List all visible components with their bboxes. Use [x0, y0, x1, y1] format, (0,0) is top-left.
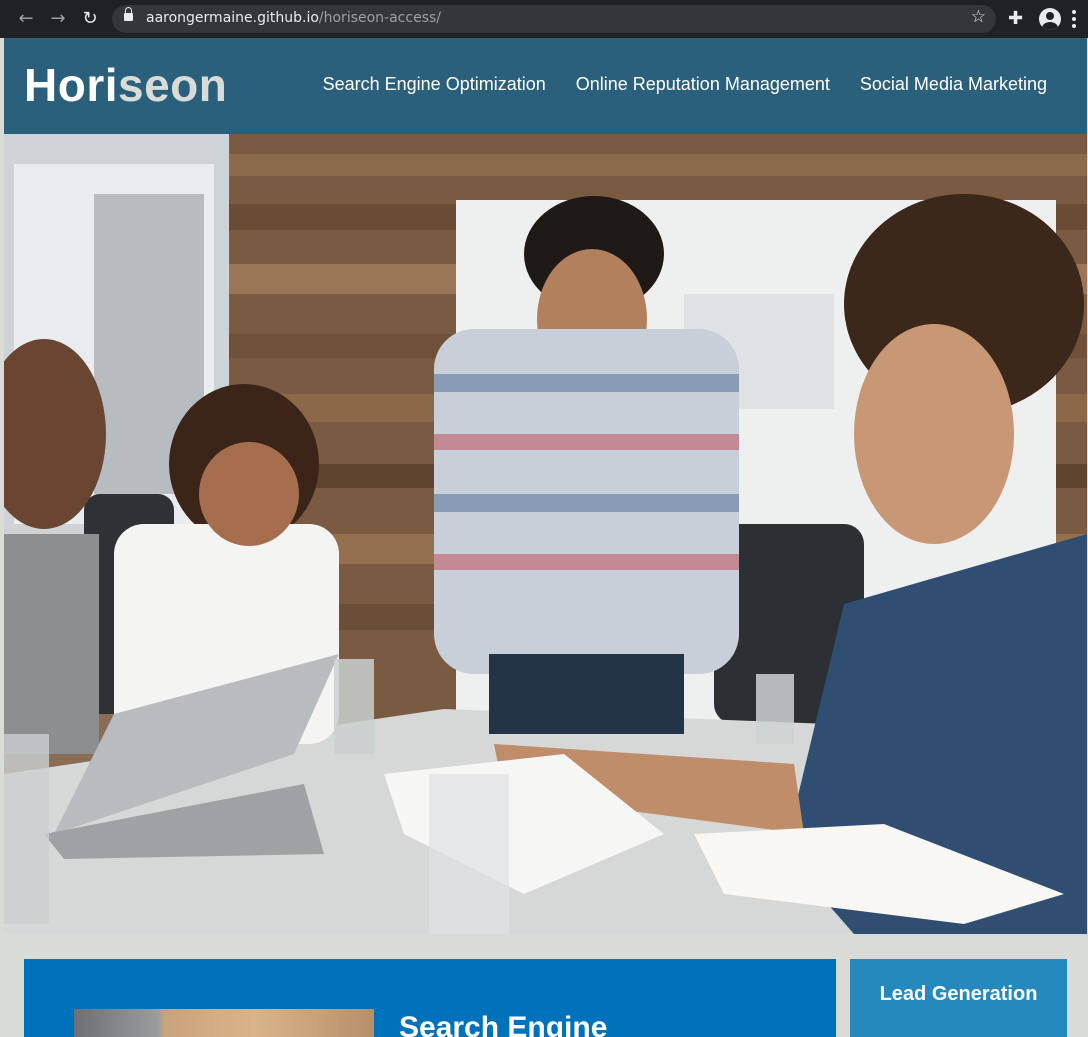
lead-generation-heading: Lead Generation: [879, 983, 1038, 1005]
menu-icon[interactable]: [1072, 10, 1076, 31]
url-path: /horiseon-access/: [318, 10, 441, 26]
seo-card: Search Engine: [24, 959, 836, 1037]
seo-card-heading: Search Engine: [399, 1011, 608, 1037]
nav-link-seo[interactable]: Search Engine Optimization: [323, 74, 546, 95]
logo-accent-text: seon: [118, 59, 228, 111]
nav-link-orm[interactable]: Online Reputation Management: [576, 74, 830, 95]
profile-icon[interactable]: [1039, 8, 1061, 30]
address-bar[interactable]: aarongermaine.github.io/horiseon-access/…: [112, 5, 996, 33]
url-host: aarongermaine.github.io: [146, 10, 319, 26]
reload-icon[interactable]: ↻: [78, 7, 102, 31]
site-header: Horiseon Search Engine Optimization Onli…: [4, 38, 1087, 134]
seo-card-image: [74, 1009, 374, 1037]
star-icon[interactable]: ☆: [971, 7, 986, 27]
lead-generation-card: Lead Generation: [850, 959, 1067, 1037]
lock-icon[interactable]: [124, 7, 133, 21]
back-icon[interactable]: ←: [14, 7, 38, 31]
hero-illustration: [4, 134, 1087, 934]
url-text[interactable]: aarongermaine.github.io/horiseon-access/: [146, 10, 441, 26]
nav-link-smm[interactable]: Social Media Marketing: [860, 74, 1047, 95]
browser-toolbar: ← → ↻ aarongermaine.github.io/horiseon-a…: [0, 0, 1088, 38]
site-logo[interactable]: Horiseon: [24, 58, 227, 112]
extensions-icon[interactable]: ✚: [1008, 8, 1023, 29]
logo-main-text: Hori: [24, 59, 118, 111]
forward-icon[interactable]: →: [46, 7, 70, 31]
hero-image: [4, 134, 1087, 934]
main-nav: Search Engine Optimization Online Reputa…: [323, 74, 1047, 95]
